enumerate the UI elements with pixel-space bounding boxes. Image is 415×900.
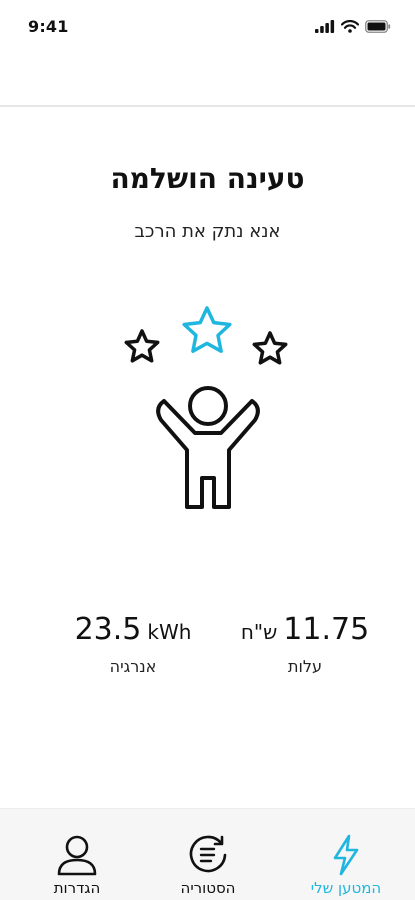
status-bar: 9:41 bbox=[0, 0, 415, 52]
energy-value: 23.5 bbox=[74, 612, 142, 647]
tab-history-label: הסטוריה bbox=[180, 879, 236, 897]
status-time: 9:41 bbox=[28, 17, 69, 36]
cost-value: 11.75 bbox=[283, 612, 370, 647]
cost-stat: ש"ח 11.75 עלות bbox=[220, 612, 390, 676]
energy-unit: kWh bbox=[147, 620, 192, 644]
center-star-icon bbox=[182, 306, 232, 353]
tab-settings-label: הגדרות bbox=[53, 879, 101, 897]
cost-value-row: ש"ח 11.75 bbox=[220, 612, 390, 647]
wifi-icon bbox=[340, 18, 360, 37]
left-star-icon bbox=[124, 329, 160, 363]
status-icons bbox=[315, 18, 391, 37]
person-celebrating-with-stars-icon bbox=[115, 300, 300, 515]
tab-my-charger[interactable]: המטען שלי bbox=[277, 809, 415, 900]
energy-stat: 23.5 kWh אנרגיה bbox=[48, 612, 218, 676]
lightning-icon bbox=[324, 833, 368, 877]
signal-icon bbox=[315, 18, 335, 37]
cost-unit: ש"ח bbox=[240, 620, 278, 644]
right-star-icon bbox=[252, 331, 288, 365]
header-divider bbox=[0, 105, 415, 107]
history-icon bbox=[186, 833, 230, 877]
battery-icon bbox=[365, 18, 391, 37]
tab-history[interactable]: הסטוריה bbox=[139, 809, 277, 900]
bottom-tab-bar: המטען שלי הסטוריה הגדרות bbox=[0, 808, 415, 900]
page-title: טעינה הושלמה bbox=[110, 162, 305, 195]
page-subtitle: אנא נתק את הרכב bbox=[134, 221, 281, 242]
tab-settings[interactable]: הגדרות bbox=[8, 809, 146, 900]
energy-value-row: 23.5 kWh bbox=[48, 612, 218, 647]
energy-label: אנרגיה bbox=[109, 657, 157, 676]
user-icon bbox=[55, 833, 99, 877]
tab-my-charger-label: המטען שלי bbox=[310, 879, 382, 897]
cost-label: עלות bbox=[288, 657, 322, 676]
